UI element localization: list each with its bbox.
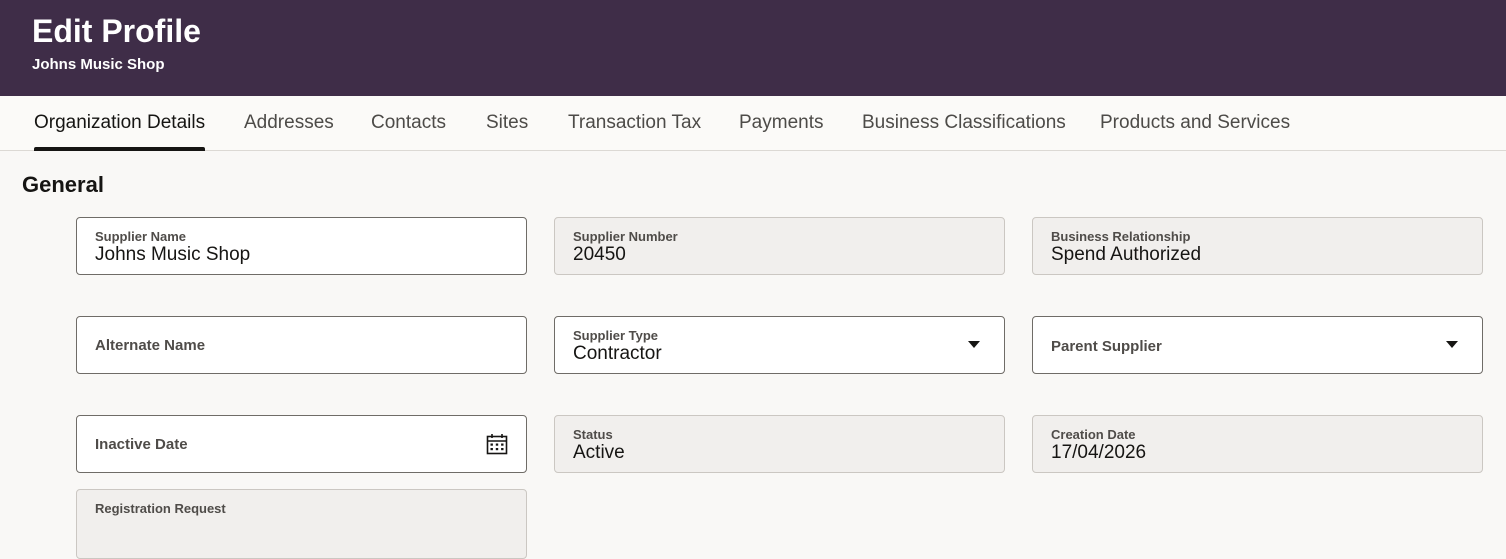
tab-organization-details[interactable]: Organization Details <box>34 96 206 151</box>
creation-date-value: 17/04/2026 <box>1051 442 1147 463</box>
tab-addresses[interactable]: Addresses <box>244 96 334 151</box>
registration-request-label: Registration Request <box>95 501 226 516</box>
supplier-type-label: Supplier Type <box>573 328 658 343</box>
section-title-general: General <box>22 172 104 197</box>
tab-payments[interactable]: Payments <box>739 96 823 151</box>
alternate-name-field[interactable]: Alternate Name <box>76 316 527 374</box>
status-value: Active <box>573 442 625 463</box>
tab-sites[interactable]: Sites <box>486 96 528 151</box>
creation-date-field: Creation Date 17/04/2026 <box>1032 415 1483 473</box>
page-subtitle: Johns Music Shop <box>32 56 165 73</box>
inactive-date-field[interactable]: Inactive Date <box>76 415 527 473</box>
status-label: Status <box>573 427 613 442</box>
supplier-name-label: Supplier Name <box>95 229 187 244</box>
business-relationship-field: Business Relationship Spend Authorized <box>1032 217 1483 275</box>
alternate-name-label: Alternate Name <box>95 337 206 354</box>
parent-supplier-select[interactable]: Parent Supplier <box>1032 316 1483 374</box>
tab-bar: Organization Details Addresses Contacts … <box>0 96 1506 151</box>
tab-contacts[interactable]: Contacts <box>371 96 446 151</box>
chevron-down-icon[interactable] <box>968 341 980 348</box>
business-relationship-value: Spend Authorized <box>1051 244 1202 265</box>
supplier-number-value: 20450 <box>573 244 626 265</box>
supplier-type-select[interactable]: Supplier Type Contractor <box>554 316 1005 374</box>
tab-transaction-tax[interactable]: Transaction Tax <box>568 96 701 151</box>
page-title: Edit Profile <box>32 13 201 49</box>
supplier-number-field: Supplier Number 20450 <box>554 217 1005 275</box>
creation-date-label: Creation Date <box>1051 427 1136 442</box>
status-field: Status Active <box>554 415 1005 473</box>
calendar-icon[interactable] <box>486 433 508 455</box>
chevron-down-icon[interactable] <box>1446 341 1458 348</box>
parent-supplier-label: Parent Supplier <box>1051 338 1162 355</box>
business-relationship-label: Business Relationship <box>1051 229 1191 244</box>
supplier-number-label: Supplier Number <box>573 229 678 244</box>
supplier-name-value: Johns Music Shop <box>95 244 251 265</box>
page-header: Edit Profile Johns Music Shop <box>0 0 1506 96</box>
tab-business-classifications[interactable]: Business Classifications <box>862 96 1066 151</box>
inactive-date-label: Inactive Date <box>95 436 188 453</box>
tab-products-and-services[interactable]: Products and Services <box>1100 96 1290 151</box>
supplier-name-field[interactable]: Supplier Name Johns Music Shop <box>76 217 527 275</box>
supplier-type-value: Contractor <box>573 343 662 364</box>
registration-request-field: Registration Request <box>76 489 527 559</box>
